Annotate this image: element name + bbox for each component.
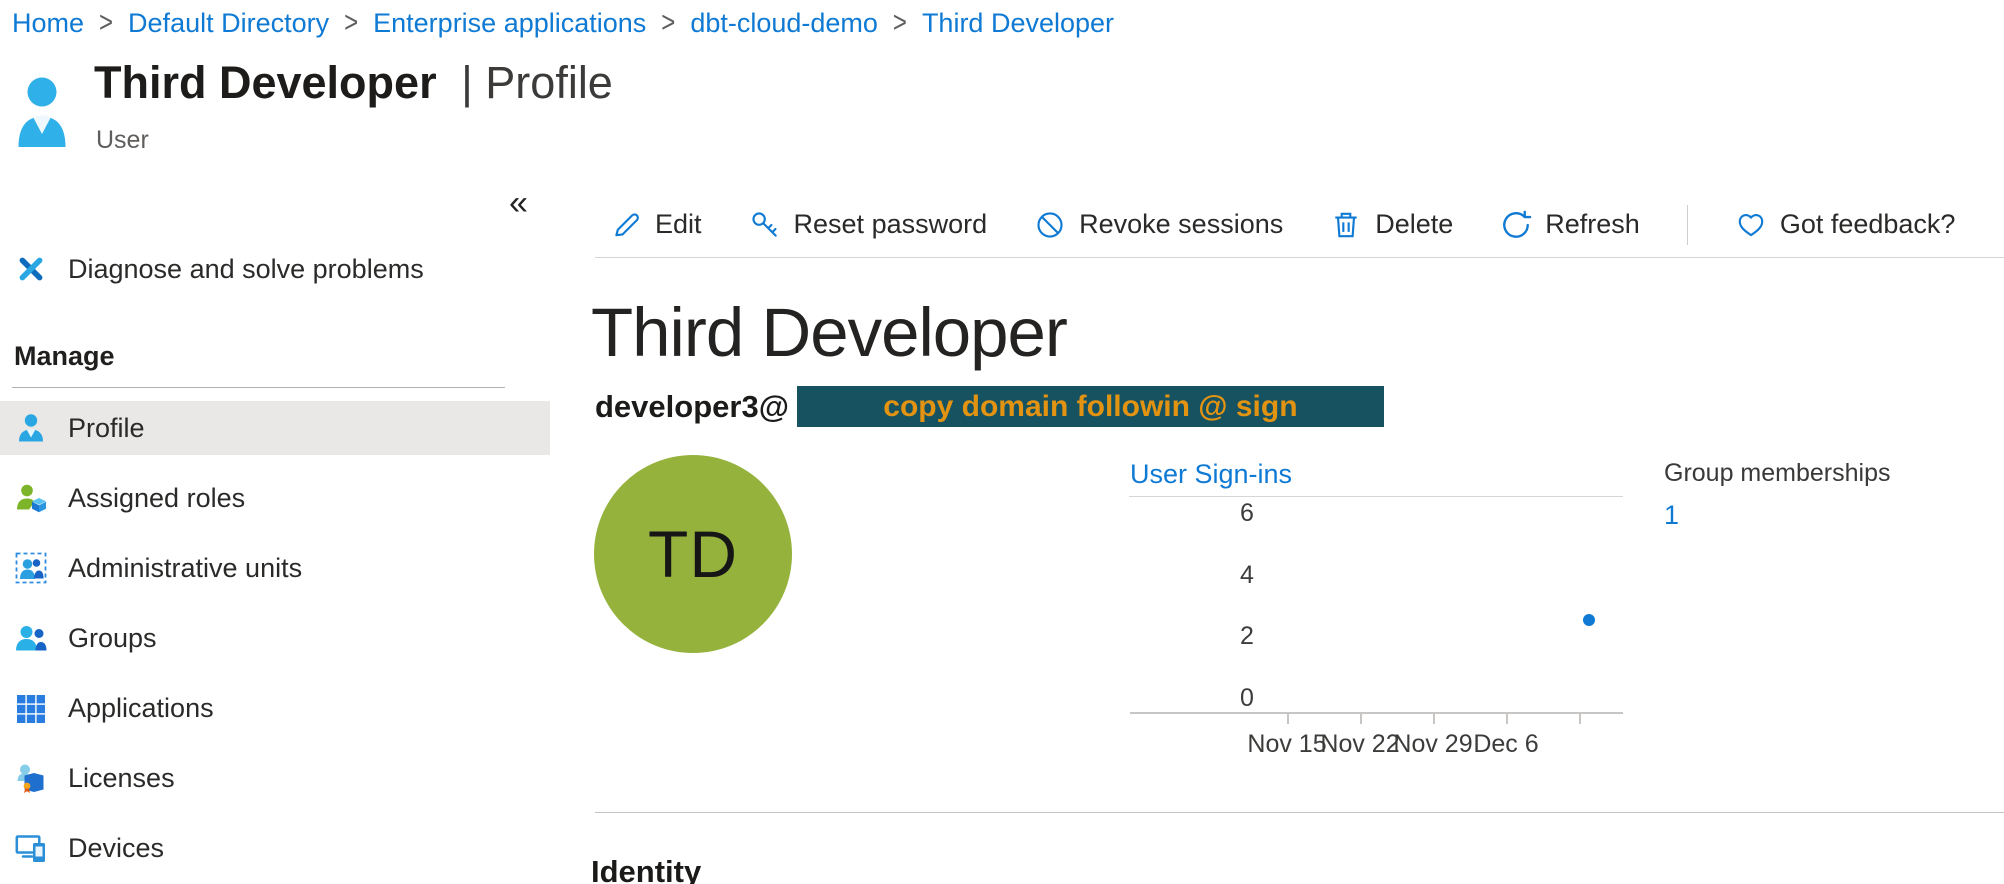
- user-icon: [17, 76, 67, 148]
- page-subtitle: User: [96, 126, 149, 155]
- sidebar-item-administrative-units[interactable]: Administrative units: [0, 541, 550, 595]
- devices-icon: [14, 831, 48, 865]
- block-icon: [1034, 209, 1066, 241]
- assigned-roles-icon: [14, 481, 48, 515]
- page-title-name: Third Developer: [94, 57, 437, 108]
- breadcrumb-link-default-directory[interactable]: Default Directory: [128, 8, 329, 39]
- sidebar: Diagnose and solve problems Manage Profile…: [0, 243, 550, 884]
- page-title: Third Developer | Profile: [94, 56, 613, 110]
- page-title-suffix: | Profile: [461, 57, 613, 108]
- breadcrumb-separator: >: [893, 6, 907, 41]
- user-principal-name: developer3@ copy domain followin @ sign: [595, 386, 1384, 427]
- sidebar-item-label: Devices: [68, 833, 164, 864]
- sidebar-item-label: Applications: [68, 693, 214, 724]
- chart-title-link[interactable]: User Sign-ins: [1130, 459, 1292, 490]
- sidebar-item-diagnose-and-solve-problems[interactable]: Diagnose and solve problems: [0, 243, 550, 295]
- chart-x-axis: [1130, 712, 1623, 714]
- heart-icon: [1735, 209, 1767, 241]
- toolbar-button-label: Revoke sessions: [1079, 209, 1283, 240]
- diagnose-icon: [14, 252, 48, 286]
- chart-y-tick-label: 2: [1227, 622, 1267, 650]
- chart-tick-mark: [1506, 713, 1508, 724]
- toolbar-button-label: Edit: [655, 209, 702, 240]
- section-divider: [595, 812, 2004, 813]
- chart-y-tick-label: 6: [1227, 499, 1267, 527]
- chart-tick-mark: [1360, 713, 1362, 724]
- sidebar-item-groups[interactable]: Groups: [0, 611, 550, 665]
- sidebar-item-label: Licenses: [68, 763, 175, 794]
- chart-tick-mark: [1579, 713, 1581, 724]
- group-memberships-count-link[interactable]: 1: [1664, 500, 1890, 531]
- breadcrumb-separator: >: [344, 6, 358, 41]
- avatar: TD: [594, 455, 792, 653]
- feedback-button[interactable]: Got feedback?: [1735, 209, 1956, 241]
- sidebar-item-label: Groups: [68, 623, 157, 654]
- toolbar-button-label: Got feedback?: [1780, 209, 1956, 240]
- user-name-heading: Third Developer: [591, 293, 1067, 372]
- chart-tick-mark: [1287, 713, 1289, 724]
- sidebar-item-label: Administrative units: [68, 553, 302, 584]
- user-sign-ins-chart: User Sign-ins 0246Nov 15Nov 22Nov 29Dec …: [1129, 459, 1639, 789]
- chart-title-divider: [1129, 496, 1623, 497]
- pencil-icon: [610, 209, 642, 241]
- breadcrumb-link-enterprise-applications[interactable]: Enterprise applications: [373, 8, 646, 39]
- sidebar-item-licenses[interactable]: Licenses: [0, 751, 550, 805]
- identity-section-heading: Identity: [591, 854, 701, 884]
- sidebar-item-assigned-roles[interactable]: Assigned roles: [0, 471, 550, 525]
- chart-x-tick-label: Dec 6: [1451, 730, 1561, 759]
- sidebar-section-label: Manage: [0, 337, 550, 375]
- profile-icon: [14, 411, 48, 445]
- sidebar-section-divider: [12, 387, 505, 388]
- chart-tick-mark: [1433, 713, 1435, 724]
- groups-icon: [14, 621, 48, 655]
- applications-icon: [14, 691, 48, 725]
- reset-password-button[interactable]: Reset password: [749, 209, 988, 241]
- azure-user-profile-page: Home > Default Directory > Enterprise applic…: [0, 0, 2004, 884]
- edit-button[interactable]: Edit: [610, 209, 702, 241]
- breadcrumb-link-home[interactable]: Home: [12, 8, 84, 39]
- sidebar-item-label: Diagnose and solve problems: [68, 254, 424, 285]
- delete-button[interactable]: Delete: [1330, 209, 1453, 241]
- sidebar-item-profile[interactable]: Profile: [0, 401, 550, 455]
- refresh-icon: [1500, 209, 1532, 241]
- sidebar-item-devices[interactable]: Devices: [0, 821, 550, 875]
- signin-data-point: [1583, 614, 1595, 626]
- breadcrumb: Home > Default Directory > Enterprise applic…: [12, 5, 1114, 41]
- breadcrumb-separator: >: [661, 6, 675, 41]
- toolbar-button-label: Reset password: [794, 209, 988, 240]
- refresh-button[interactable]: Refresh: [1500, 209, 1640, 241]
- upn-prefix: developer3@: [595, 389, 789, 425]
- group-memberships-block: Group memberships 1: [1664, 459, 1890, 531]
- sidebar-item-label: Assigned roles: [68, 483, 245, 514]
- domain-redaction-overlay: copy domain followin @ sign: [797, 386, 1384, 427]
- toolbar-button-label: Refresh: [1545, 209, 1640, 240]
- trash-icon: [1330, 209, 1362, 241]
- toolbar-divider: [1687, 205, 1688, 245]
- sidebar-item-label: Profile: [68, 413, 145, 444]
- breadcrumb-link-dbt-cloud-demo[interactable]: dbt-cloud-demo: [690, 8, 878, 39]
- command-toolbar: Edit Reset password Revoke sessions Delete R…: [595, 192, 2004, 258]
- chart-y-tick-label: 4: [1227, 561, 1267, 589]
- administrative-units-icon: [14, 551, 48, 585]
- chart-y-tick-label: 0: [1227, 684, 1267, 712]
- sidebar-item-applications[interactable]: Applications: [0, 681, 550, 735]
- breadcrumb-link-third-developer[interactable]: Third Developer: [922, 8, 1114, 39]
- toolbar-button-label: Delete: [1375, 209, 1453, 240]
- group-memberships-label: Group memberships: [1664, 459, 1890, 488]
- revoke-sessions-button[interactable]: Revoke sessions: [1034, 209, 1283, 241]
- breadcrumb-separator: >: [99, 6, 113, 41]
- sidebar-collapse-icon[interactable]: «: [509, 188, 528, 218]
- key-icon: [749, 209, 781, 241]
- licenses-icon: [14, 761, 48, 795]
